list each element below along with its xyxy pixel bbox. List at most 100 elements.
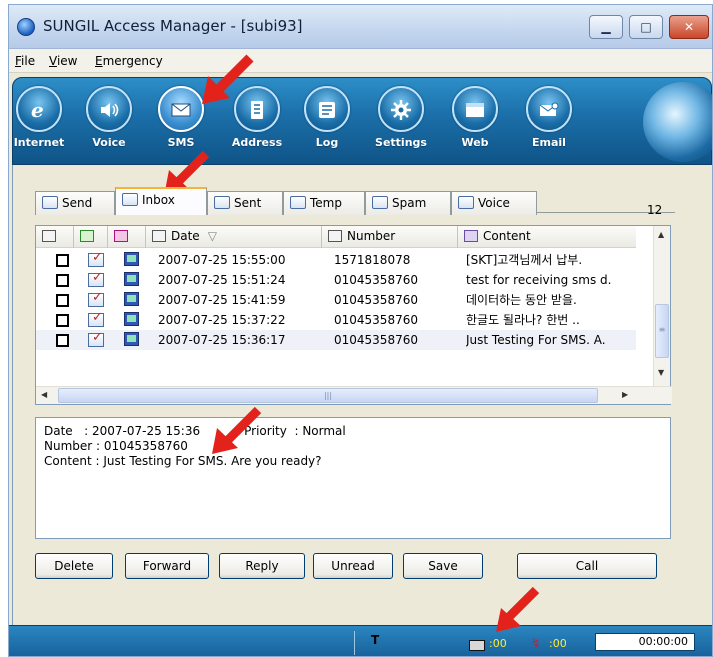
scroll-left-icon[interactable]: ◀ — [41, 390, 47, 399]
vertical-scroll-thumb[interactable]: ≡ — [655, 304, 669, 358]
horizontal-scrollbar[interactable]: ◀ ||| ▶ — [36, 386, 672, 404]
read-status-icon — [88, 248, 104, 268]
tab-temp[interactable]: Temp — [283, 191, 365, 215]
table-row[interactable]: 2007-07-25 15:41:59 01045358760 데이터하는 동안 받… — [36, 288, 636, 310]
forward-button[interactable]: Forward — [125, 553, 209, 579]
read-status-icon — [88, 268, 104, 288]
call-button[interactable]: Call — [517, 553, 657, 579]
main-toolbar: e Internet Voice SMS Address Log Setting… — [12, 77, 712, 165]
row-content: 한글도 될라나? 한번 .. — [466, 313, 580, 327]
toolbar-settings-button[interactable]: Settings — [371, 86, 431, 149]
detail-number: Number : 01045358760 — [44, 439, 188, 453]
reply-button[interactable]: Reply — [219, 553, 305, 579]
row-number: 01045358760 — [334, 313, 418, 327]
pc-icon — [124, 312, 139, 326]
header-date[interactable]: Date ▽ — [146, 226, 322, 248]
menu-file[interactable]: File — [15, 54, 35, 68]
unread-button[interactable]: Unread — [313, 553, 393, 579]
message-list[interactable]: Date ▽ Number Content 2007-07-25 15:55:00… — [35, 225, 672, 405]
row-checkbox[interactable] — [56, 254, 69, 267]
scroll-down-icon[interactable]: ▼ — [658, 368, 664, 377]
tab-send-label: Send — [62, 196, 93, 210]
menu-emergency[interactable]: Emergency — [95, 54, 163, 68]
spam-icon — [372, 196, 388, 209]
row-checkbox[interactable] — [56, 274, 69, 287]
toolbar-email-button[interactable]: Email — [519, 86, 579, 149]
message-tabs: Send Inbox Sent Temp Spam Voice — [35, 187, 675, 215]
table-row[interactable]: 2007-07-25 15:51:24 01045358760 test for r… — [36, 268, 636, 290]
status-bar: T :00 ↯ :00 00:00:00 — [9, 625, 712, 656]
detail-content: Content : Just Testing For SMS. Are you … — [44, 454, 322, 468]
title-bar[interactable]: SUNGIL Access Manager - [subi93] ▁ □ ✕ — [9, 5, 712, 49]
horizontal-scroll-thumb[interactable]: ||| — [58, 388, 598, 403]
message-detail[interactable]: Date : 2007-07-25 15:36 Priority : Normal… — [35, 417, 671, 539]
table-row-selected[interactable]: 2007-07-25 15:36:17 01045358760 Just Testi… — [36, 328, 636, 350]
toolbar-internet-button[interactable]: e Internet — [9, 86, 69, 149]
row-date: 2007-07-25 15:36:17 — [158, 333, 286, 347]
header-select-column[interactable] — [36, 226, 74, 248]
email-icon — [539, 102, 559, 116]
main-window: SUNGIL Access Manager - [subi93] ▁ □ ✕ F… — [8, 4, 713, 657]
pc-icon — [124, 272, 139, 286]
floppy-disk-icon — [114, 230, 128, 242]
detail-date: Date : 2007-07-25 15:36 — [44, 424, 201, 438]
annotation-arrow-icon — [496, 586, 540, 632]
menu-view[interactable]: View — [49, 54, 77, 68]
row-number: 01045358760 — [334, 293, 418, 307]
tab-send[interactable]: Send — [35, 191, 115, 215]
speaker-icon — [101, 103, 119, 117]
temp-icon — [290, 196, 306, 209]
row-date: 2007-07-25 15:37:22 — [158, 313, 286, 327]
decorative-orb — [643, 82, 712, 162]
header-number[interactable]: Number — [322, 226, 458, 248]
row-checkbox[interactable] — [56, 314, 69, 327]
message-count: 12 — [647, 203, 663, 217]
save-button[interactable]: Save — [403, 553, 483, 579]
row-number: 1571818078 — [334, 253, 411, 267]
inbox-icon — [122, 193, 138, 206]
menu-emergency-mnemonic: E — [95, 54, 103, 68]
vertical-scrollbar[interactable]: ▲ ≡ ▼ — [653, 226, 670, 386]
calendar-icon — [152, 230, 166, 242]
delete-button[interactable]: Delete — [35, 553, 113, 579]
toolbar-internet-label: Internet — [13, 136, 65, 149]
signal-antenna-icon: T — [371, 633, 380, 647]
row-content: 데이터하는 동안 받을. — [466, 293, 577, 307]
toolbar-web-button[interactable]: Web — [445, 86, 505, 149]
status-divider — [354, 631, 355, 655]
tab-voice[interactable]: Voice — [451, 191, 537, 215]
select-all-checkbox-icon — [42, 230, 56, 242]
call-counter: :00 — [549, 637, 567, 650]
header-save-column[interactable] — [108, 226, 146, 248]
minimize-button[interactable]: ▁ — [589, 15, 623, 39]
phone-number-icon — [328, 230, 342, 242]
row-checkbox[interactable] — [56, 334, 69, 347]
menu-view-rest: iew — [56, 54, 78, 68]
toolbar-log-button[interactable]: Log — [297, 86, 357, 149]
row-date: 2007-07-25 15:51:24 — [158, 273, 286, 287]
table-row[interactable]: 2007-07-25 15:37:22 01045358760 한글도 될라나? 한… — [36, 308, 636, 330]
scroll-right-icon[interactable]: ▶ — [622, 390, 628, 399]
header-read-column[interactable] — [74, 226, 108, 248]
gear-icon — [391, 100, 411, 120]
table-row[interactable]: 2007-07-25 15:55:00 1571818078 [SKT]고객님께서 … — [36, 248, 636, 270]
menu-bar: File View Emergency — [9, 49, 712, 73]
tab-inbox[interactable]: Inbox — [115, 187, 207, 215]
tab-sent[interactable]: Sent — [207, 191, 283, 215]
maximize-button[interactable]: □ — [629, 15, 663, 39]
row-date: 2007-07-25 15:55:00 — [158, 253, 286, 267]
content-icon — [464, 230, 478, 242]
read-status-icon — [88, 308, 104, 328]
header-content[interactable]: Content — [458, 226, 636, 248]
toolbar-web-label: Web — [461, 136, 489, 149]
row-content: [SKT]고객님께서 납부. — [466, 253, 583, 267]
web-window-icon — [466, 103, 484, 117]
row-checkbox[interactable] — [56, 294, 69, 307]
tab-spam[interactable]: Spam — [365, 191, 451, 215]
pc-icon — [124, 332, 139, 346]
close-button[interactable]: ✕ — [669, 15, 709, 39]
scroll-up-icon[interactable]: ▲ — [658, 230, 664, 239]
sms-panel: Send Inbox Sent Temp Spam Voice 12 Date ▽… — [12, 165, 675, 625]
toolbar-voice-button[interactable]: Voice — [79, 86, 139, 149]
pc-icon — [124, 292, 139, 306]
